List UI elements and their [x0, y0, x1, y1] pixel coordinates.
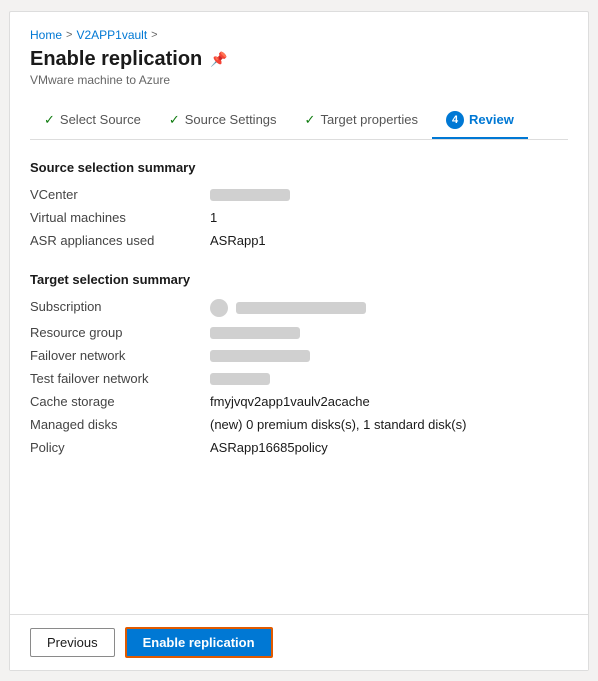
source-row-asr: ASR appliances used ASRapp1: [30, 229, 568, 252]
tab-target-properties[interactable]: ✓ Target properties: [291, 104, 432, 138]
source-row-vcenter: VCenter: [30, 183, 568, 206]
check-icon-source-settings: ✓: [169, 112, 180, 128]
target-label-managed-disks: Managed disks: [30, 413, 210, 436]
breadcrumb-sep2: >: [151, 29, 157, 41]
target-row-cache-storage: Cache storage fmyjvqv2app1vaulv2acache: [30, 390, 568, 413]
source-summary-table: VCenter Virtual machines 1 ASR appliance…: [30, 183, 568, 252]
source-label-asr: ASR appliances used: [30, 229, 210, 252]
breadcrumb-vault[interactable]: V2APP1vault: [76, 28, 147, 42]
target-label-subscription: Subscription: [30, 295, 210, 321]
target-row-test-failover: Test failover network: [30, 367, 568, 390]
target-label-test-failover: Test failover network: [30, 367, 210, 390]
target-value-rg: [210, 321, 568, 344]
breadcrumb: Home > V2APP1vault >: [30, 28, 568, 42]
target-label-rg: Resource group: [30, 321, 210, 344]
target-label-cache-storage: Cache storage: [30, 390, 210, 413]
target-value-managed-disks: (new) 0 premium disks(s), 1 standard dis…: [210, 413, 568, 436]
tab-bar: ✓ Select Source ✓ Source Settings ✓ Targ…: [30, 103, 568, 140]
target-value-test-failover: [210, 367, 568, 390]
target-row-subscription: Subscription: [30, 295, 568, 321]
breadcrumb-sep1: >: [66, 29, 72, 41]
previous-button[interactable]: Previous: [30, 628, 115, 657]
pin-icon[interactable]: 📌: [210, 51, 227, 68]
tab-review[interactable]: 4 Review: [432, 103, 528, 139]
source-row-vms: Virtual machines 1: [30, 206, 568, 229]
rg-blurred: [210, 327, 300, 339]
step-num-review: 4: [446, 111, 464, 129]
target-row-rg: Resource group: [30, 321, 568, 344]
footer: Previous Enable replication: [10, 614, 588, 670]
failover-network-blurred: [210, 350, 310, 362]
target-label-policy: Policy: [30, 436, 210, 459]
subscription-blurred: [236, 302, 366, 314]
page-content: Home > V2APP1vault > Enable replication …: [10, 12, 588, 614]
target-value-subscription: [210, 295, 568, 321]
check-icon-target-properties: ✓: [305, 112, 316, 128]
subscription-circle: [210, 299, 228, 317]
source-label-vcenter: VCenter: [30, 183, 210, 206]
target-value-policy: ASRapp16685policy: [210, 436, 568, 459]
tab-select-source[interactable]: ✓ Select Source: [30, 104, 155, 138]
breadcrumb-home[interactable]: Home: [30, 28, 62, 42]
target-row-managed-disks: Managed disks (new) 0 premium disks(s), …: [30, 413, 568, 436]
target-value-failover-network: [210, 344, 568, 367]
check-icon-select-source: ✓: [44, 112, 55, 128]
vcenter-blurred: [210, 189, 290, 201]
source-value-asr: ASRapp1: [210, 229, 568, 252]
test-failover-blurred: [210, 373, 270, 385]
tab-source-settings[interactable]: ✓ Source Settings: [155, 104, 291, 138]
page-title-row: Enable replication 📌: [30, 48, 568, 71]
tab-target-properties-label: Target properties: [320, 112, 418, 127]
page-subtitle: VMware machine to Azure: [30, 73, 568, 87]
source-value-vcenter: [210, 183, 568, 206]
main-window: Home > V2APP1vault > Enable replication …: [9, 11, 589, 671]
target-row-failover-network: Failover network: [30, 344, 568, 367]
target-value-cache-storage: fmyjvqv2app1vaulv2acache: [210, 390, 568, 413]
tab-source-settings-label: Source Settings: [185, 112, 277, 127]
tab-review-label: Review: [469, 112, 514, 127]
tab-select-source-label: Select Source: [60, 112, 141, 127]
page-title: Enable replication: [30, 48, 202, 71]
source-summary-title: Source selection summary: [30, 160, 568, 175]
target-summary-title: Target selection summary: [30, 272, 568, 287]
target-summary-table: Subscription Resource group Failover net…: [30, 295, 568, 459]
target-label-failover-network: Failover network: [30, 344, 210, 367]
source-label-vms: Virtual machines: [30, 206, 210, 229]
target-row-policy: Policy ASRapp16685policy: [30, 436, 568, 459]
source-value-vms: 1: [210, 206, 568, 229]
enable-replication-button[interactable]: Enable replication: [125, 627, 273, 658]
